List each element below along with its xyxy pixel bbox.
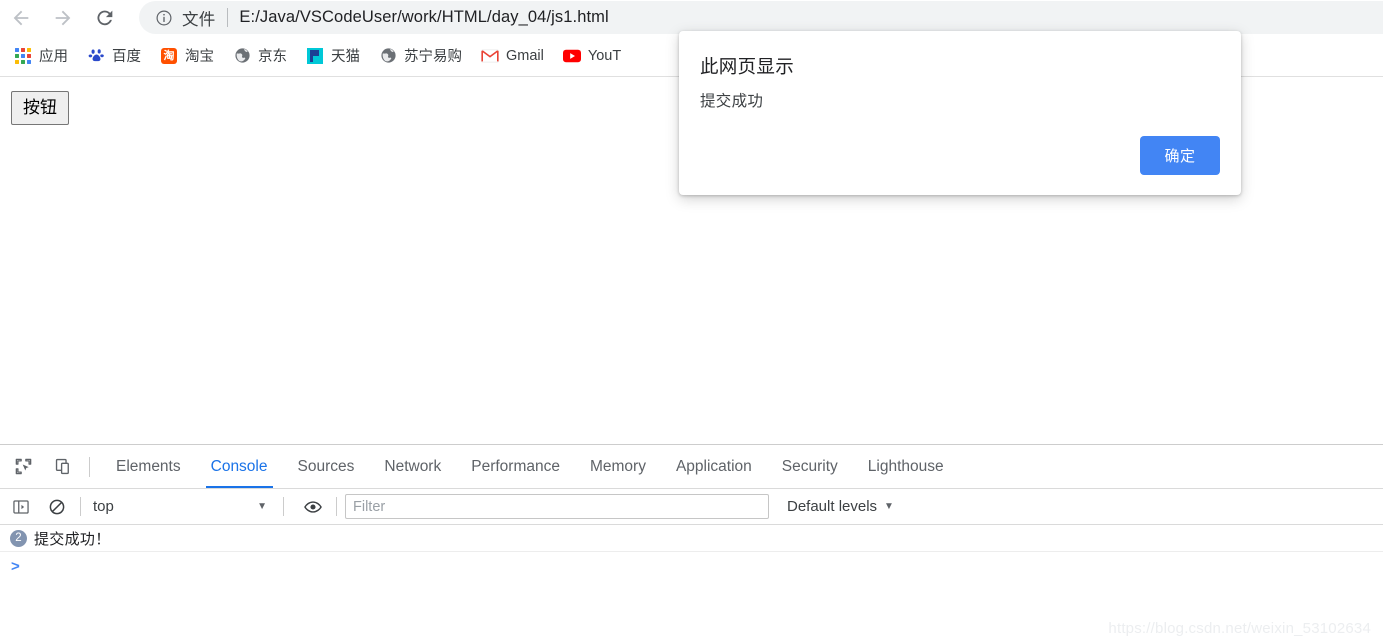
address-bar[interactable]: 文件 E:/Java/VSCodeUser/work/HTML/day_04/j… [139, 1, 1383, 34]
message-repeat-badge: 2 [10, 529, 27, 547]
console-prompt-row[interactable]: > [0, 552, 1383, 580]
clear-console-icon [49, 499, 65, 514]
execution-context-label: top [93, 498, 114, 515]
baidu-paw-icon [87, 47, 105, 65]
dialog-ok-button[interactable]: 确定 [1140, 136, 1220, 175]
youtube-icon [562, 47, 581, 65]
omnibox-scheme-label: 文件 [182, 10, 216, 29]
toolbar-divider [89, 456, 90, 477]
tab-performance[interactable]: Performance [456, 445, 575, 488]
console-message-text: 提交成功！ [34, 530, 111, 548]
reload-button[interactable] [84, 0, 126, 35]
bookmark-label: Gmail [506, 47, 544, 64]
bookmark-taobao[interactable]: 淘 淘宝 [160, 42, 214, 70]
reload-icon [97, 10, 113, 25]
taobao-icon: 淘 [160, 47, 178, 65]
globe-icon [379, 47, 397, 65]
omnibox-url: E:/Java/VSCodeUser/work/HTML/day_04/js1.… [239, 8, 609, 26]
bookmark-label: 淘宝 [185, 49, 214, 65]
tab-lighthouse[interactable]: Lighthouse [853, 445, 959, 488]
prompt-caret-icon: > [11, 557, 20, 575]
inspect-element-button[interactable] [6, 450, 40, 484]
bookmark-tmall[interactable]: 天猫 [306, 42, 360, 70]
console-toolbar: top ▼ Default levels ▼ [0, 489, 1383, 525]
log-levels-selector[interactable]: Default levels ▼ [787, 498, 894, 515]
log-levels-label: Default levels [787, 498, 878, 515]
clear-console-button[interactable] [42, 492, 72, 522]
watermark: https://blog.csdn.net/weixin_53102634 [1108, 620, 1371, 637]
browser-window: 文件 E:/Java/VSCodeUser/work/HTML/day_04/j… [0, 0, 1383, 641]
bookmark-label: 苏宁易购 [404, 49, 462, 65]
globe-icon [233, 47, 251, 65]
bookmark-suning[interactable]: 苏宁易购 [379, 42, 462, 70]
bookmark-apps[interactable]: 应用 [14, 42, 68, 70]
chevron-down-icon: ▼ [884, 501, 894, 512]
arrow-right-icon [55, 10, 71, 25]
apps-grid-icon [14, 47, 32, 65]
devtools-tabbar: Elements Console Sources Network Perform… [0, 445, 1383, 489]
tab-application[interactable]: Application [661, 445, 767, 488]
tab-elements[interactable]: Elements [101, 445, 196, 488]
gmail-icon [481, 47, 499, 65]
bookmark-label: 京东 [258, 49, 287, 65]
device-toolbar-button[interactable] [46, 450, 80, 484]
page-action-button[interactable]: 按钮 [11, 91, 69, 125]
console-toolbar-divider [80, 497, 81, 516]
execution-context-selector[interactable]: top ▼ [89, 495, 275, 519]
console-message-row[interactable]: 2 提交成功！ [0, 525, 1383, 552]
bookmark-label: 天猫 [331, 49, 360, 65]
bookmark-label: YouT [587, 47, 622, 64]
devtools-panel: Elements Console Sources Network Perform… [0, 444, 1383, 641]
console-sidebar-button[interactable] [6, 492, 36, 522]
bookmark-label: 应用 [39, 49, 68, 65]
forward-button[interactable] [42, 0, 84, 35]
console-toolbar-divider [336, 497, 337, 516]
bookmark-label: 百度 [112, 49, 141, 65]
bookmark-gmail[interactable]: Gmail [481, 42, 544, 70]
eye-icon [304, 500, 322, 513]
omnibox-separator [227, 8, 229, 27]
tmall-icon [306, 47, 324, 65]
dialog-title: 此网页显示 [700, 56, 795, 77]
tab-security[interactable]: Security [767, 445, 853, 488]
tab-network[interactable]: Network [369, 445, 456, 488]
dialog-message: 提交成功 [700, 93, 764, 110]
tab-console[interactable]: Console [196, 445, 283, 488]
info-circle-icon [156, 10, 172, 25]
browser-toolbar: 文件 E:/Java/VSCodeUser/work/HTML/day_04/j… [0, 0, 1383, 35]
live-expression-button[interactable] [298, 492, 328, 522]
console-filter-input[interactable] [345, 494, 769, 519]
bookmark-baidu[interactable]: 百度 [87, 42, 141, 70]
inspect-element-icon [15, 458, 31, 475]
arrow-left-icon [13, 10, 29, 25]
device-toolbar-icon [55, 458, 69, 475]
console-sidebar-icon [13, 499, 29, 514]
console-toolbar-divider [283, 497, 284, 516]
bookmark-jd[interactable]: 京东 [233, 42, 287, 70]
javascript-alert-dialog: 此网页显示 提交成功 确定 [679, 31, 1241, 195]
bookmark-youtube[interactable]: YouT [562, 42, 622, 70]
back-button[interactable] [0, 0, 42, 35]
tab-memory[interactable]: Memory [575, 445, 661, 488]
tab-sources[interactable]: Sources [283, 445, 370, 488]
chevron-down-icon: ▼ [257, 501, 267, 512]
